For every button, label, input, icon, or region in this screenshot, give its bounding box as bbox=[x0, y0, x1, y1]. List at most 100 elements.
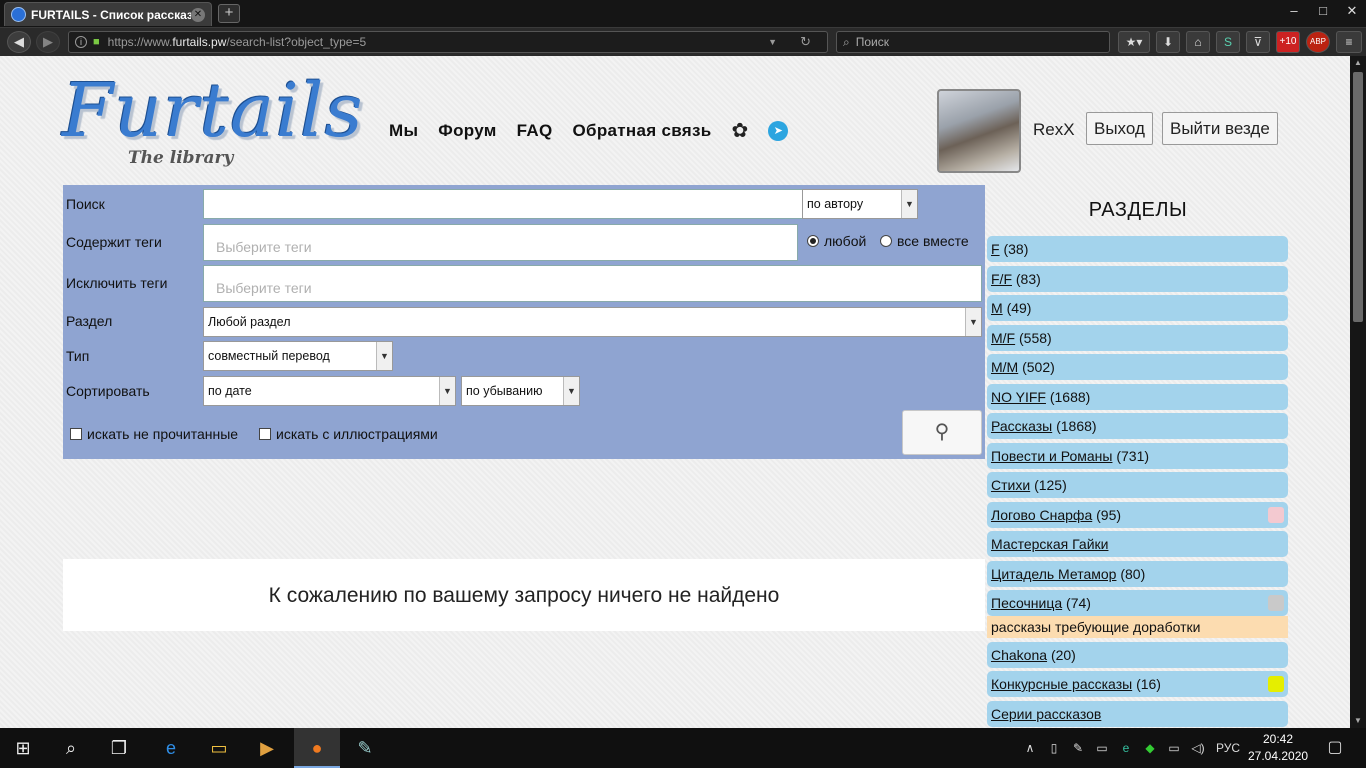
address-bar[interactable]: i ■ https://www. furtails.pw/search-list?… bbox=[68, 31, 828, 53]
shield-icon[interactable]: ◆ bbox=[1140, 728, 1160, 768]
scroll-up-icon[interactable]: ▲ bbox=[1350, 56, 1366, 70]
tray-expand-icon[interactable]: ∧ bbox=[1020, 728, 1040, 768]
paw-icon[interactable]: ✿ bbox=[731, 118, 748, 143]
site-logo[interactable]: Furtails The library bbox=[62, 68, 374, 176]
file-explorer-icon[interactable]: ▭ bbox=[196, 728, 242, 768]
section-link-metamor[interactable]: Цитадель Метамор bbox=[991, 566, 1116, 582]
sort-select[interactable]: по дате ▼ bbox=[203, 376, 456, 406]
avatar[interactable] bbox=[937, 89, 1021, 173]
menu-icon[interactable]: ≡ bbox=[1336, 31, 1362, 53]
notification-center-icon[interactable]: ▢ bbox=[1320, 728, 1350, 768]
logout-button[interactable]: Выход bbox=[1086, 112, 1153, 145]
section-link-series[interactable]: Серии рассказов bbox=[991, 706, 1101, 722]
search-icon[interactable]: ⌕ bbox=[48, 728, 94, 768]
type-select[interactable]: совместный перевод ▼ bbox=[203, 341, 393, 371]
section-link-mm[interactable]: M/M bbox=[991, 359, 1018, 375]
section-link-mf[interactable]: M/F bbox=[991, 330, 1015, 346]
list-item[interactable]: M/M (502) bbox=[987, 354, 1288, 380]
section-link-gaiki[interactable]: Мастерская Гайки bbox=[991, 536, 1108, 552]
page-scrollbar[interactable]: ▲ ▼ bbox=[1350, 56, 1366, 728]
list-item[interactable]: NO YIFF (1688) bbox=[987, 383, 1288, 410]
media-player-icon[interactable]: ▶ bbox=[244, 728, 290, 768]
list-item[interactable]: Конкурсные рассказы (16) bbox=[987, 671, 1288, 697]
paint-icon[interactable]: ✎ bbox=[342, 728, 388, 768]
section-link-chakona[interactable]: Chakona bbox=[991, 647, 1047, 663]
clock[interactable]: 20:42 27.04.2020 bbox=[1248, 731, 1308, 765]
radio-all-control[interactable] bbox=[880, 235, 892, 247]
scrollbar-thumb[interactable] bbox=[1353, 72, 1363, 322]
radio-any-control[interactable] bbox=[807, 235, 819, 247]
info-icon[interactable]: i bbox=[75, 36, 87, 48]
firefox-icon[interactable]: ● bbox=[294, 728, 340, 768]
radio-all[interactable]: все вместе bbox=[880, 233, 969, 249]
nav-link-feedback[interactable]: Обратная связь bbox=[573, 121, 712, 141]
list-item[interactable]: Цитадель Метамор (80) bbox=[987, 560, 1288, 587]
section-link-snarf[interactable]: Логово Снарфа bbox=[991, 507, 1092, 523]
checkbox-illustrated[interactable]: искать с иллюстрациями bbox=[259, 426, 438, 442]
scroll-down-icon[interactable]: ▼ bbox=[1350, 714, 1366, 728]
section-link-stories[interactable]: Рассказы bbox=[991, 418, 1052, 434]
radio-any[interactable]: любой bbox=[807, 233, 866, 249]
logout-all-button[interactable]: Выйти везде bbox=[1162, 112, 1278, 145]
battery-icon[interactable]: ▭ bbox=[1164, 728, 1184, 768]
section-link-sandbox[interactable]: Песочница bbox=[991, 595, 1062, 611]
checkbox-illustrated-control[interactable] bbox=[259, 428, 271, 440]
pocket-icon[interactable]: ⊽ bbox=[1246, 31, 1270, 53]
back-button[interactable]: ◀ bbox=[7, 31, 31, 53]
minimize-icon[interactable]: – bbox=[1280, 0, 1308, 22]
adblock-icon[interactable]: ABP bbox=[1306, 31, 1330, 53]
tags-input[interactable]: Выберите теги bbox=[203, 224, 798, 261]
list-item[interactable]: Chakona (20) bbox=[987, 641, 1288, 668]
section-select[interactable]: Любой раздел ▼ bbox=[203, 307, 982, 337]
list-item[interactable]: Повести и Романы (731) bbox=[987, 442, 1288, 469]
list-item[interactable]: M/F (558) bbox=[987, 324, 1288, 351]
reload-icon[interactable]: ↻ bbox=[800, 34, 811, 50]
task-view-icon[interactable]: ❐ bbox=[96, 728, 142, 768]
extension-s-icon[interactable]: S bbox=[1216, 31, 1240, 53]
list-item[interactable]: Рассказы (1868) bbox=[987, 413, 1288, 439]
bookmark-star-icon[interactable]: ★▾ bbox=[1118, 31, 1150, 53]
checkbox-unread-control[interactable] bbox=[70, 428, 82, 440]
home-icon[interactable]: ⌂ bbox=[1186, 31, 1210, 53]
search-submit-button[interactable]: ⚲ bbox=[902, 410, 982, 455]
section-link-no-yiff[interactable]: NO YIFF bbox=[991, 389, 1046, 405]
usb-icon[interactable]: ▯ bbox=[1044, 728, 1064, 768]
notifications-badge[interactable]: +10 bbox=[1276, 31, 1300, 53]
section-link-poems[interactable]: Стихи bbox=[991, 477, 1030, 493]
download-icon[interactable]: ⬇ bbox=[1156, 31, 1180, 53]
forward-button[interactable]: ▶ bbox=[36, 31, 60, 53]
maximize-icon[interactable]: □ bbox=[1309, 0, 1337, 22]
volume-icon[interactable]: ◁) bbox=[1188, 728, 1208, 768]
windows-start-icon[interactable]: ⊞ bbox=[0, 728, 46, 768]
exclude-tags-input[interactable]: Выберите теги bbox=[203, 265, 982, 302]
section-link-novels[interactable]: Повести и Романы bbox=[991, 448, 1112, 464]
network-icon[interactable]: ▭ bbox=[1092, 728, 1112, 768]
dropdown-arrow-icon[interactable]: ▼ bbox=[768, 37, 777, 47]
edge-icon[interactable]: e bbox=[148, 728, 194, 768]
search-by-select[interactable]: по автору ▼ bbox=[802, 189, 918, 219]
list-item[interactable]: F (38) bbox=[987, 236, 1288, 262]
section-link-ff[interactable]: F/F bbox=[991, 271, 1012, 287]
list-item[interactable]: F/F (83) bbox=[987, 265, 1288, 292]
username[interactable]: RexX bbox=[1033, 120, 1075, 140]
checkbox-unread[interactable]: искать не прочитанные bbox=[70, 426, 238, 442]
browser-tab[interactable]: FURTAILS - Список рассказ ✕ bbox=[4, 2, 212, 26]
nav-link-about[interactable]: Мы bbox=[389, 121, 418, 141]
new-tab-button[interactable]: + bbox=[218, 4, 240, 23]
list-item[interactable]: Песочница (74) bbox=[987, 590, 1288, 616]
nav-link-faq[interactable]: FAQ bbox=[517, 121, 553, 141]
list-item[interactable]: Стихи (125) bbox=[987, 472, 1288, 498]
list-item[interactable]: Мастерская Гайки bbox=[987, 531, 1288, 557]
section-link-contest[interactable]: Конкурсные рассказы bbox=[991, 676, 1132, 692]
search-input[interactable] bbox=[203, 189, 803, 219]
notes-icon[interactable]: ✎ bbox=[1068, 728, 1088, 768]
list-item[interactable]: Серии рассказов bbox=[987, 700, 1288, 727]
nav-link-forum[interactable]: Форум bbox=[438, 121, 496, 141]
telegram-icon[interactable]: ➤ bbox=[768, 120, 789, 141]
order-select[interactable]: по убыванию ▼ bbox=[461, 376, 580, 406]
language-indicator[interactable]: РУС bbox=[1212, 728, 1244, 768]
list-item[interactable]: M (49) bbox=[987, 295, 1288, 321]
section-link-m[interactable]: M bbox=[991, 300, 1003, 316]
section-link-f[interactable]: F bbox=[991, 241, 1000, 257]
browser-search-input[interactable]: ⌕ Поиск bbox=[836, 31, 1110, 53]
